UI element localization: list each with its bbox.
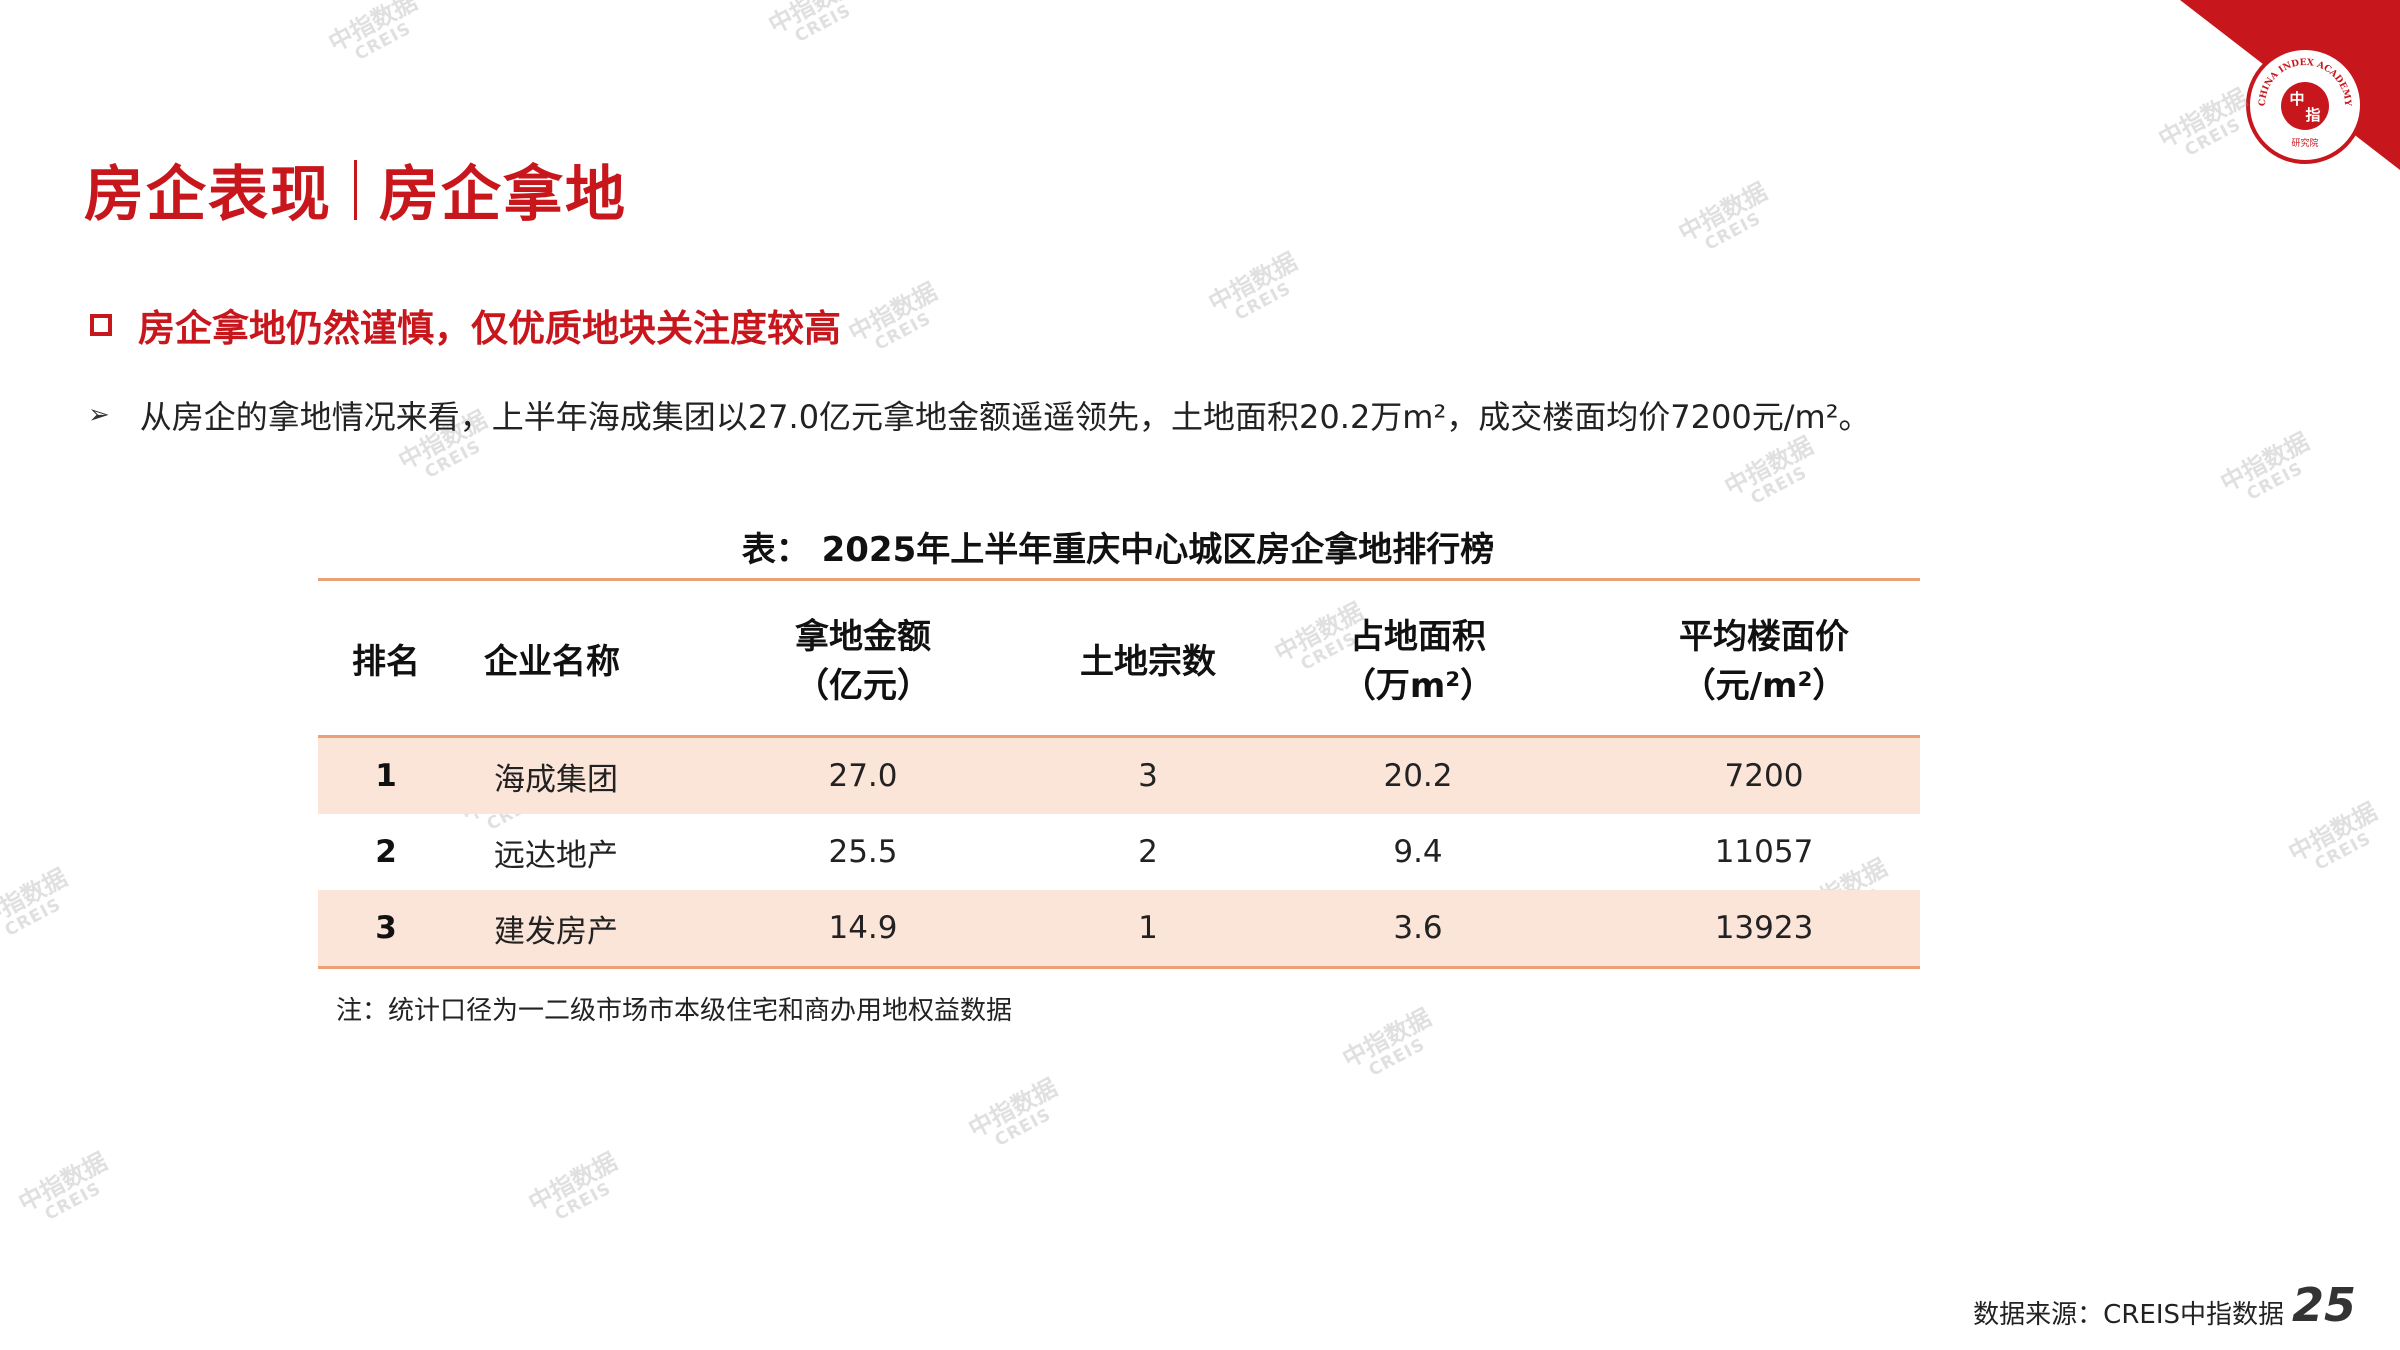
title-left: 房企表现 [84,160,332,230]
watermark: 中指数据CREIS [523,1147,622,1225]
logo-text-center-1: 中 [2289,90,2304,108]
cell-rank: 3 [375,910,397,946]
cell-amount: 14.9 [828,910,898,946]
cell-price: 7200 [1724,758,1804,794]
cell-amount: 27.0 [828,758,898,794]
watermark: 中指数据CREIS [1203,247,1302,325]
watermark: 中指数据CREIS [2215,427,2314,505]
watermark: 中指数据CREIS [13,1147,112,1225]
cell-area: 3.6 [1393,910,1443,946]
logo-text-center-2: 指 [2305,106,2320,124]
logo: CHINA INDEX ACADEMY 中 指 研究院 [2246,46,2364,164]
table-title: 表： 2025年上半年重庆中心城区房企拿地排行榜 [741,530,1495,570]
watermark: 中指数据CREIS [1673,177,1772,255]
cell-parcels: 3 [1138,758,1158,794]
watermark: 中指数据CREIS [963,1073,1062,1151]
watermark: 中指数据CREIS [843,277,942,355]
watermark: 中指数据CREIS [1337,1003,1436,1081]
header-area: 占地面积 （万m²） [1341,617,1495,706]
watermark: 中指数据CREIS [0,863,72,941]
cell-rank: 1 [375,758,397,794]
logo-text-bottom: 研究院 [2291,137,2318,149]
page-title: 房企表现 房企拿地 [84,146,627,233]
header-rank: 排名 [352,641,420,682]
square-bullet-icon [90,314,112,336]
bullet-text: 从房企的拿地情况来看，上半年海成集团以27.0亿元拿地金额遥遥领先，土地面积20… [139,398,1871,436]
table-header: 排名 企业名称 拿地金额 （亿元） 土地宗数 占地面积 （万m²） 平均楼面价 … [318,581,1920,738]
header-parcels: 土地宗数 [1080,641,1216,682]
cell-company: 海成集团 [494,761,618,798]
subtitle-text: 房企拿地仍然谨慎，仅优质地块关注度较高 [138,307,841,350]
section-subtitle: 房企拿地仍然谨慎，仅优质地块关注度较高 [90,298,841,352]
watermark: 中指数据CREIS [323,0,422,65]
cell-price: 13923 [1714,910,1814,946]
table-row: 1 海成集团 27.0 3 20.2 7200 [318,738,1920,814]
watermark: 中指数据CREIS [1719,431,1818,509]
bullet-paragraph: ➢ 从房企的拿地情况来看，上半年海成集团以27.0亿元拿地金额遥遥领先，土地面积… [88,392,1871,438]
cell-parcels: 2 [1138,834,1158,870]
data-source: 数据来源：CREIS中指数据 [1973,1300,2284,1330]
watermark: 中指数据CREIS [2283,797,2382,875]
arrow-bullet-icon: ➢ [88,400,110,430]
table-row: 2 远达地产 25.5 2 9.4 11057 [318,814,1920,890]
table-row: 3 建发房产 14.9 1 3.6 13923 [318,890,1920,969]
cell-parcels: 1 [1138,910,1158,946]
watermark: 中指数据CREIS [763,0,862,47]
header-amount: 拿地金额 （亿元） [795,617,931,706]
header-company: 企业名称 [484,641,620,682]
cell-rank: 2 [375,834,397,870]
title-right: 房企拿地 [379,160,627,230]
cell-area: 9.4 [1393,834,1443,870]
table-note: 注：统计口径为一二级市场市本级住宅和商办用地权益数据 [336,996,1013,1026]
cell-company: 远达地产 [494,837,618,874]
cell-company: 建发房产 [494,913,618,950]
page-number: 25 [2291,1278,2356,1332]
cell-price: 11057 [1714,834,1814,870]
title-separator [354,159,357,220]
cell-area: 20.2 [1383,758,1453,794]
ranking-table: 排名 企业名称 拿地金额 （亿元） 土地宗数 占地面积 （万m²） 平均楼面价 … [318,578,1920,969]
cell-amount: 25.5 [828,834,898,870]
header-price: 平均楼面价 （元/m²） [1679,617,1849,706]
